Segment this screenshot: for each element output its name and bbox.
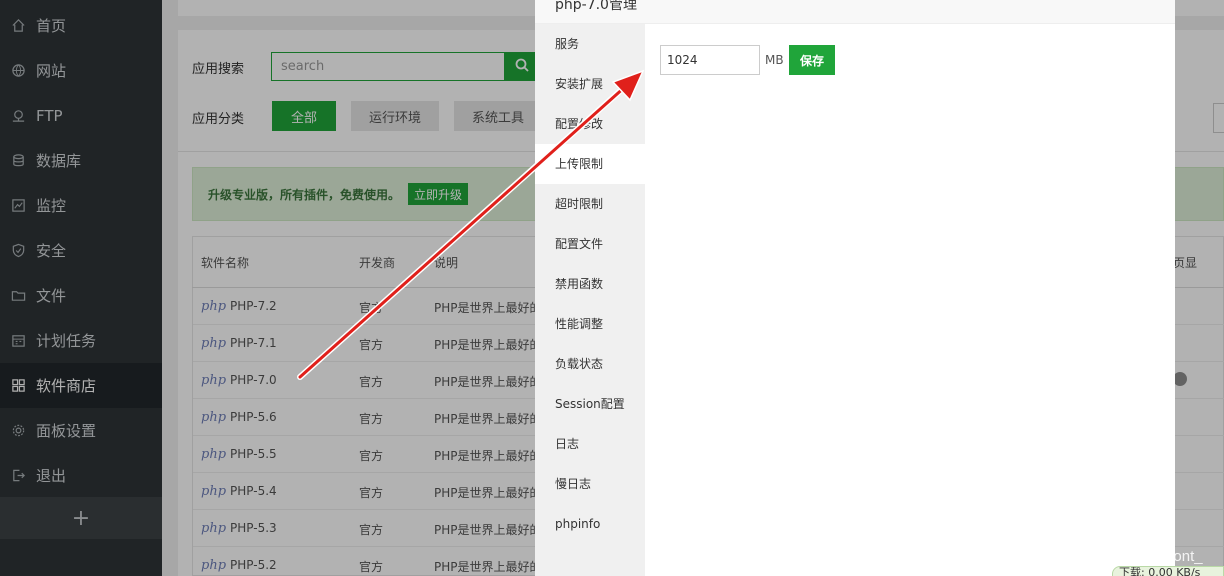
- dialog-title: php-7.0管理: [555, 0, 637, 13]
- dialog-menu-item[interactable]: 安装扩展: [535, 64, 645, 104]
- php-manager-dialog: php-7.0管理 服务 安装扩展 配置修改 上传限制 超时限制 配置文件 禁用函数 性能调整…: [535, 0, 1175, 576]
- watermark: https://blog.csdn.net/Vermont_: [1000, 548, 1203, 565]
- dialog-menu: 服务 安装扩展 配置修改 上传限制 超时限制 配置文件 禁用函数 性能调整 负载状态 Sessio…: [535, 24, 645, 576]
- dialog-menu-item[interactable]: Session配置: [535, 384, 645, 424]
- upload-limit-input[interactable]: 1024: [660, 45, 760, 75]
- dialog-menu-item[interactable]: 负载状态: [535, 344, 645, 384]
- dialog-menu-item[interactable]: 日志: [535, 424, 645, 464]
- dialog-menu-item[interactable]: 配置修改: [535, 104, 645, 144]
- dialog-menu-item[interactable]: 配置文件: [535, 224, 645, 264]
- download-speed-badge: 下载: 0.00 KB/s: [1112, 566, 1224, 576]
- dialog-menu-item[interactable]: 性能调整: [535, 304, 645, 344]
- dialog-menu-item[interactable]: 慢日志: [535, 464, 645, 504]
- upload-unit: MB: [765, 53, 784, 67]
- dialog-menu-item[interactable]: 超时限制: [535, 184, 645, 224]
- save-button[interactable]: 保存: [789, 45, 835, 75]
- dialog-header: php-7.0管理: [535, 0, 1175, 24]
- dialog-menu-item[interactable]: 上传限制: [535, 144, 645, 184]
- dialog-menu-item[interactable]: 服务: [535, 24, 645, 64]
- dialog-menu-item[interactable]: 禁用函数: [535, 264, 645, 304]
- dialog-menu-item[interactable]: phpinfo: [535, 504, 645, 544]
